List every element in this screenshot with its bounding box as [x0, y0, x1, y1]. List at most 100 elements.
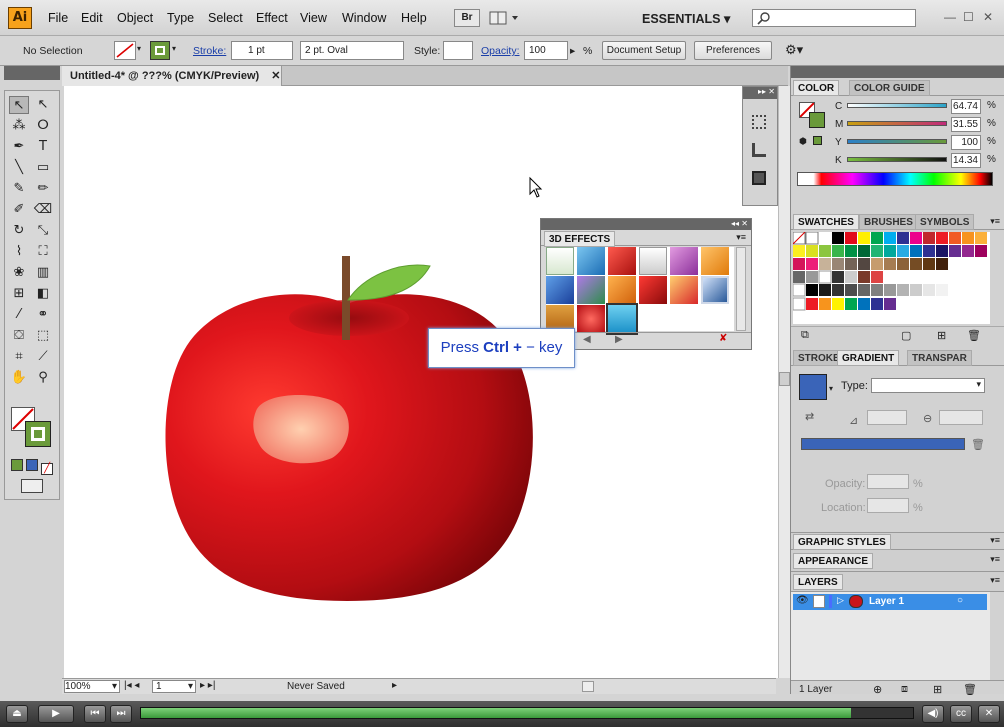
tab-transparency[interactable]: TRANSPAR [907, 350, 972, 366]
stroke-color-swatch[interactable] [150, 41, 170, 60]
m-slider[interactable] [847, 121, 947, 126]
gradient-preview[interactable] [799, 374, 827, 400]
collapse-icon[interactable]: ▸▸ ✕ [743, 87, 777, 99]
y-slider[interactable] [847, 139, 947, 144]
gradient-mode-icon[interactable] [26, 459, 39, 471]
line-tool-icon[interactable]: ╲ [9, 159, 29, 177]
menu-object[interactable]: Object [117, 11, 153, 25]
new-group-icon[interactable]: ▢ [901, 329, 911, 342]
color-mode-icon[interactable] [11, 459, 23, 471]
appearance-menu-icon[interactable]: ▾≡ [990, 554, 1000, 565]
clipping-mask-icon[interactable]: ⧈ [901, 683, 908, 696]
align-options-icon[interactable]: ⚙▾ [785, 42, 803, 58]
swatches-menu-icon[interactable]: ▾≡ [990, 216, 1000, 227]
color-stroke-swatch[interactable] [809, 112, 825, 128]
menu-help[interactable]: Help [401, 11, 427, 25]
blob-brush-tool-icon[interactable]: ✐ [9, 201, 29, 219]
swatch-cells[interactable] [792, 231, 989, 324]
document-setup-button[interactable]: Document Setup [602, 41, 686, 60]
next-icon[interactable]: ▶ [615, 334, 623, 345]
graph-tool-icon[interactable]: ▥ [33, 264, 53, 282]
aspect-ratio-field[interactable] [939, 410, 983, 425]
tab-symbols[interactable]: SYMBOLS [915, 214, 975, 230]
symbol-sprayer-tool-icon[interactable]: ❀ [9, 264, 29, 282]
stroke-weight-field[interactable]: 1 pt [231, 41, 293, 60]
pen-tool-icon[interactable]: ✒ [9, 138, 29, 156]
play-icon[interactable]: ▶ [38, 705, 74, 723]
3d-swatch[interactable] [577, 276, 605, 304]
menu-type[interactable]: Type [167, 11, 194, 25]
menu-effect[interactable]: Effect [256, 11, 288, 25]
rectangle-tool-icon[interactable]: ▭ [33, 159, 53, 177]
hand-tool-icon[interactable]: ✋ [9, 369, 29, 387]
first-artboard-icon[interactable]: |◂ ◂ [124, 680, 139, 691]
paintbrush-tool-icon[interactable]: ✎ [9, 180, 29, 198]
selection-tool-icon[interactable]: ↖ [9, 96, 29, 114]
3d-swatch[interactable] [701, 247, 729, 275]
tab-3d-effects[interactable]: 3D EFFECTS [544, 231, 616, 247]
tab-gradient[interactable]: GRADIENT [837, 350, 900, 366]
layer-name[interactable]: Layer 1 [869, 596, 904, 607]
style-select[interactable] [443, 41, 473, 60]
gradient-opacity-field[interactable] [867, 474, 909, 489]
scroll-thumb[interactable] [779, 372, 790, 386]
zoom-select[interactable]: 100% ▾ [64, 680, 120, 693]
swatch-library-icon[interactable]: ⧉ [801, 329, 809, 342]
break-link-icon[interactable]: ✘ [719, 333, 727, 344]
new-layer-icon[interactable]: ⊞ [933, 683, 942, 696]
layers-menu-icon[interactable]: ▾≡ [990, 575, 1000, 586]
preferences-button[interactable]: Preferences [694, 41, 772, 60]
tab-appearance[interactable]: APPEARANCE [793, 553, 874, 569]
lock-toggle[interactable] [813, 595, 825, 608]
apple-artwork[interactable] [64, 86, 778, 678]
3d-swatch[interactable] [701, 276, 729, 304]
pathfinder-panel-icon[interactable] [752, 171, 766, 185]
fill-none-swatch[interactable] [114, 41, 136, 60]
tab-brushes[interactable]: BRUSHES [859, 214, 918, 230]
3d-swatch[interactable] [577, 305, 605, 333]
3d-swatch[interactable] [577, 247, 605, 275]
target-icon[interactable]: ○ [957, 595, 963, 606]
swatch-grid[interactable] [792, 231, 990, 324]
3d-swatch[interactable] [608, 276, 636, 304]
live-paint-tool-icon[interactable]: ⛋ [9, 327, 29, 345]
menu-file[interactable]: File [48, 11, 68, 25]
c-value[interactable]: 64.74 [951, 99, 981, 114]
status-menu-icon[interactable]: ▸ [392, 680, 397, 691]
arrange-documents-button[interactable] [488, 9, 522, 27]
eyedropper-tool-icon[interactable]: ⁄ [9, 306, 29, 324]
3d-swatch[interactable] [608, 247, 636, 275]
tab-swatches[interactable]: SWATCHES [793, 214, 859, 230]
gradient-slider[interactable] [801, 438, 965, 450]
k-value[interactable]: 14.34 [951, 153, 981, 168]
location-field[interactable] [867, 498, 909, 513]
mesh-tool-icon[interactable]: ⊞ [9, 285, 29, 303]
scale-tool-icon[interactable]: ⤡ [33, 222, 53, 240]
zoom-tool-icon[interactable]: ⚲ [33, 369, 53, 387]
m-value[interactable]: 31.55 [951, 117, 981, 132]
3d-effects-grid[interactable] [546, 247, 734, 335]
eraser-tool-icon[interactable]: ⌫ [33, 201, 53, 219]
locate-object-icon[interactable]: ⊕ [873, 683, 882, 696]
artboard-tool-icon[interactable]: ⌗ [9, 348, 29, 366]
3d-swatch[interactable] [606, 303, 638, 335]
web-color-icon[interactable] [813, 136, 822, 145]
blend-tool-icon[interactable]: ⚭ [33, 306, 53, 324]
free-transform-tool-icon[interactable]: ⛶ [33, 243, 53, 261]
3d-swatch[interactable] [670, 247, 698, 275]
menu-select[interactable]: Select [208, 11, 243, 25]
gradient-preview-dropdown-icon[interactable]: ▾ [829, 384, 833, 393]
color-spectrum[interactable] [797, 172, 993, 186]
forward-icon[interactable]: ⏭ [110, 705, 132, 723]
visibility-eye-icon[interactable]: 👁 [796, 595, 809, 606]
previous-icon[interactable]: ◀ [583, 334, 591, 345]
angle-field[interactable] [867, 410, 907, 425]
stroke-label[interactable]: Stroke: [193, 45, 226, 57]
layer-row[interactable]: 👁 ▷ Layer 1 ○ [793, 594, 987, 610]
vertical-scrollbar[interactable] [778, 86, 790, 678]
delete-swatch-icon[interactable]: 🗑 [967, 329, 981, 342]
expand-layer-icon[interactable]: ▷ [837, 595, 844, 606]
brush-definition-select[interactable]: 2 pt. Oval [300, 41, 404, 60]
artboard-canvas[interactable] [64, 86, 778, 678]
tab-graphic-styles[interactable]: GRAPHIC STYLES [793, 534, 891, 550]
